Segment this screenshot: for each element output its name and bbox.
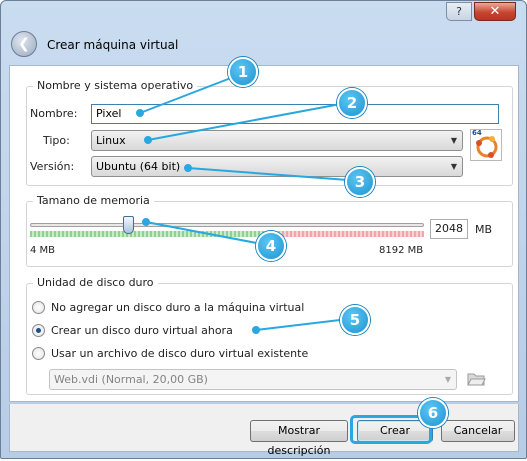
callout-badge-3: 3 (345, 167, 375, 197)
callout-badge-2: 2 (337, 88, 367, 118)
callout-badge-5: 5 (340, 305, 370, 335)
callout-badge-4: 4 (256, 231, 286, 261)
callout-badge-1: 1 (228, 57, 258, 87)
callout-leader-lines (136, 75, 349, 334)
callout-badge-6: 6 (418, 398, 448, 428)
